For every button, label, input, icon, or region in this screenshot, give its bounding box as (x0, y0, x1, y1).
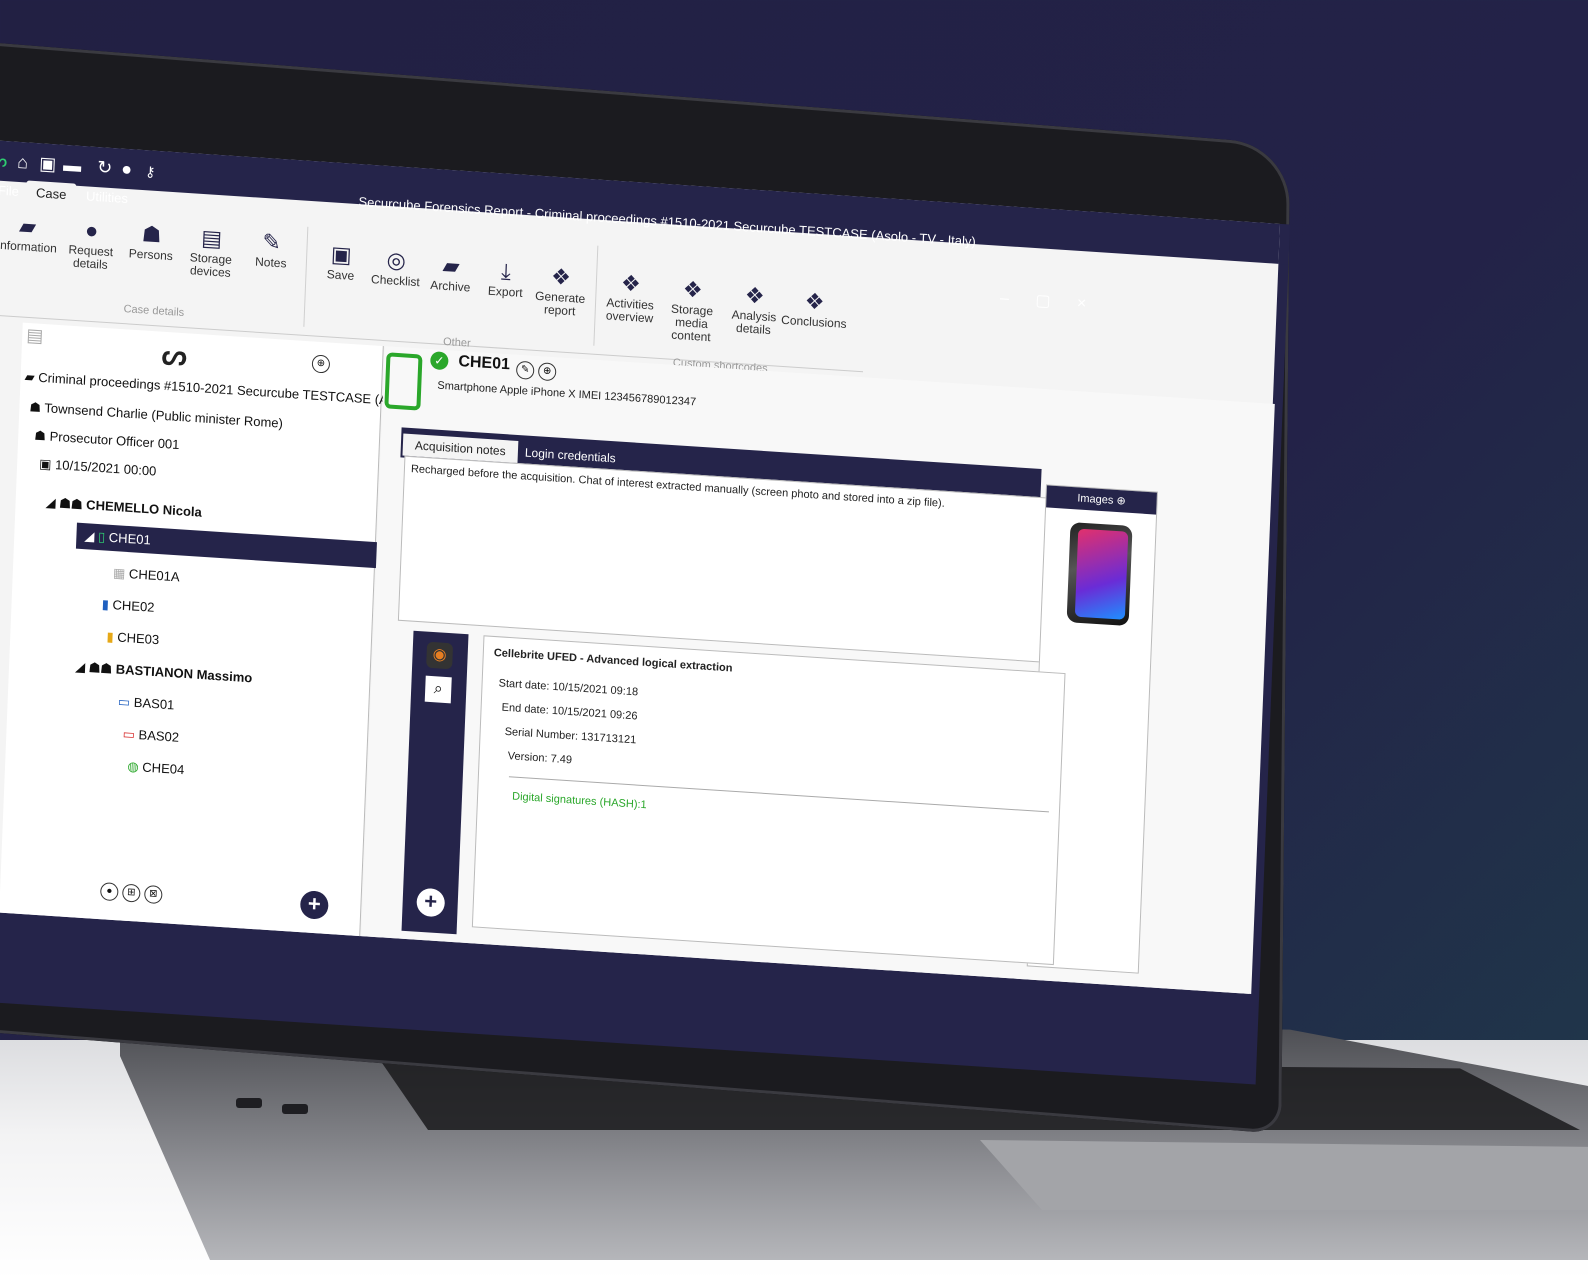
phone-icon: ▯ (97, 529, 106, 545)
information-button[interactable]: ▰ Information (0, 210, 63, 256)
acquisition-version: Version: 7.49 (507, 750, 573, 767)
case-officer: ☗ Prosecutor Officer 001 (34, 427, 180, 453)
securcube-logo-icon: ᔕ (161, 338, 188, 372)
notes-icon: ✎ (261, 228, 282, 256)
case-icon: ▤ (25, 324, 44, 346)
lock-icon[interactable]: ⊕ (537, 362, 557, 382)
device-actions: ✎ ⊕ (515, 359, 561, 382)
tree-person-bastianon[interactable]: ◢ ☗☗ BASTIANON Massimo (75, 659, 253, 687)
group-label-other: Other (442, 335, 471, 350)
conclusions-button[interactable]: ❖ Conclusions (779, 286, 851, 332)
tree-person-chemello[interactable]: ◢ ☗☗ CHEMELLO Nicola (45, 495, 202, 521)
case-tree-pane: ▤ ᔕ ⊕ ▰ Criminal proceedings #1510-2021 … (0, 322, 393, 937)
maximize-button[interactable]: ▢ (1035, 292, 1051, 310)
usb-port (282, 1104, 308, 1114)
laptop-icon: ▭ (117, 693, 131, 710)
storage-media-content-button[interactable]: ❖ Storage media content (656, 274, 729, 346)
refresh-icon[interactable]: ↻ (97, 157, 113, 179)
check-icon: ✓ (430, 351, 449, 371)
tree-device-bas01[interactable]: ▭ BAS01 (118, 694, 175, 714)
minimize-button[interactable]: – (1000, 290, 1010, 308)
close-button[interactable]: × (1077, 295, 1087, 313)
device-description: Smartphone Apple iPhone X IMEI 123456789… (437, 379, 697, 409)
search-icon[interactable]: ⌕ (424, 675, 452, 704)
tree-footer-buttons: ● ⊞ ⊠ (99, 881, 167, 905)
tree-device-che02[interactable]: ▮ CHE02 (101, 596, 154, 615)
usb-icon: ▮ (106, 628, 114, 645)
laptop-icon: ▭ (122, 726, 136, 742)
home-icon[interactable]: ⌂ (17, 152, 29, 174)
case-minister: ☗ Townsend Charlie (Public minister Rome… (29, 399, 284, 431)
sim-icon: ▦ (112, 565, 126, 581)
tree-device-che01a[interactable]: ▦ CHE01A (113, 565, 180, 585)
tree-device-che03[interactable]: ▮ CHE03 (106, 629, 159, 648)
device-detail-pane: ✓ CHE01 ✎ ⊕ Smartphone Apple iPhone X IME… (361, 346, 1275, 994)
acquisition-serial: Serial Number: 131713121 (504, 725, 637, 747)
device-name: CHE01 (458, 352, 511, 374)
add-acquisition-button[interactable]: + (416, 887, 446, 918)
acquisition-sidebar: ◉ ⌕ + (401, 630, 469, 935)
lock-icon[interactable]: ⊕ (311, 353, 335, 374)
cellebrite-icon[interactable]: ◉ (426, 641, 454, 670)
images-header: Images ⊕ (1046, 485, 1157, 515)
edit-icon[interactable]: ✎ (515, 360, 535, 380)
menu-utilities[interactable]: Utilities (76, 184, 139, 211)
tree-device-che04[interactable]: ◍ CHE04 (127, 758, 184, 779)
app-logo-icon[interactable]: ᔕ (0, 150, 8, 172)
acquisition-panel: ◉ ⌕ + Cellebrite UFED - Advanced logical… (401, 630, 1066, 973)
smartphone-icon (384, 352, 423, 411)
save-icon[interactable]: ▣ (39, 153, 57, 175)
menu-case[interactable]: Case (25, 180, 77, 207)
collapse-icon[interactable]: ⊠ (143, 884, 163, 905)
acquisition-start: Start date: 10/15/2021 09:18 (498, 677, 639, 699)
generate-report-button[interactable]: ❖ Generate report (524, 261, 596, 320)
app-window: ᔕ ⌂ ▣ ▬ ↻ ● ⚷ Securcube Forensics Report… (0, 140, 1281, 994)
usb-port (236, 1098, 262, 1108)
acquisition-hash[interactable]: Digital signatures (HASH):1 (512, 791, 647, 812)
phone-image[interactable] (1066, 522, 1133, 627)
folder-icon[interactable]: ▬ (63, 155, 82, 177)
acquisition-details: Cellebrite UFED - Advanced logical extra… (471, 635, 1066, 966)
tree-device-che01[interactable]: ◢ ▯ CHE01 (75, 522, 393, 570)
case-date: ▣ 10/15/2021 00:00 (38, 456, 157, 479)
laptop-screen: ᔕ ⌂ ▣ ▬ ↻ ● ⚷ Securcube Forensics Report… (0, 140, 1291, 1085)
notes-button[interactable]: ✎ Notes (236, 226, 308, 272)
expand-icon[interactable]: ⊞ (121, 883, 141, 903)
acquisition-end: End date: 10/15/2021 09:26 (501, 701, 638, 723)
info-icon[interactable]: ● (99, 882, 119, 902)
tree-device-bas02[interactable]: ▭ BAS02 (122, 726, 179, 746)
info-icon[interactable]: ● (121, 159, 133, 181)
add-button[interactable]: + (299, 890, 329, 920)
fingerprint-icon: ◍ (127, 758, 140, 775)
shortcode-icon: ❖ (682, 276, 704, 303)
laptop-trackpad (980, 1140, 1588, 1210)
usb-icon: ▮ (101, 596, 110, 612)
group-label-case-details: Case details (123, 303, 185, 320)
acquisition-title: Cellebrite UFED - Advanced logical extra… (493, 646, 733, 675)
key-icon[interactable]: ⚷ (145, 163, 156, 181)
